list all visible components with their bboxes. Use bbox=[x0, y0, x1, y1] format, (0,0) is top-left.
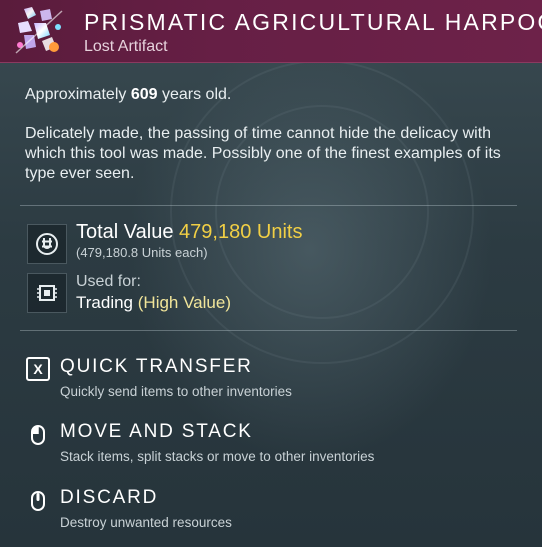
action-description: Quickly send items to other inventories bbox=[60, 384, 292, 399]
x-key-icon: X bbox=[26, 357, 50, 381]
usage-type: Trading bbox=[76, 293, 134, 312]
total-value: Total Value 479,180 Units bbox=[76, 221, 302, 244]
item-header: PRISMATIC AGRICULTURAL HARPOON Lost Arti… bbox=[0, 0, 542, 63]
usage-qualifier: (High Value) bbox=[137, 293, 231, 312]
item-title: PRISMATIC AGRICULTURAL HARPOON bbox=[84, 9, 542, 35]
age-value: 609 bbox=[130, 86, 158, 103]
action-description: Destroy unwanted resources bbox=[60, 515, 232, 530]
discard-action[interactable]: DISCARD Destroy unwanted resources bbox=[24, 487, 504, 535]
left-mouse-button-icon bbox=[31, 425, 45, 445]
units-currency-icon bbox=[27, 224, 67, 264]
move-and-stack-action[interactable]: MOVE AND STACK Stack items, split stacks… bbox=[24, 421, 504, 469]
age-prefix: Approximately bbox=[25, 86, 131, 103]
total-value-amount: 479,180 Units bbox=[179, 221, 303, 243]
total-value-label: Total Value bbox=[76, 221, 180, 243]
background-ring bbox=[170, 60, 474, 364]
action-title: DISCARD bbox=[60, 487, 159, 508]
action-title: MOVE AND STACK bbox=[60, 421, 253, 442]
used-for-value: Trading (High Value) bbox=[76, 293, 231, 313]
middle-mouse-button-icon bbox=[31, 491, 45, 511]
quick-transfer-action[interactable]: X QUICK TRANSFER Quickly send items to o… bbox=[24, 356, 504, 404]
prismatic-harpoon-icon bbox=[15, 7, 63, 54]
action-description: Stack items, split stacks or move to oth… bbox=[60, 449, 375, 464]
action-title: QUICK TRANSFER bbox=[60, 356, 253, 377]
age-suffix: years old. bbox=[157, 86, 232, 103]
item-category: Lost Artifact bbox=[84, 38, 168, 55]
item-age: Approximately 609 years old. bbox=[25, 86, 231, 104]
unit-value: (479,180.8 Units each) bbox=[76, 245, 208, 260]
item-info-panel: PRISMATIC AGRICULTURAL HARPOON Lost Arti… bbox=[0, 0, 542, 547]
section-divider bbox=[20, 205, 517, 206]
x-key-label: X bbox=[26, 357, 50, 381]
trading-chip-icon bbox=[27, 273, 67, 313]
section-divider bbox=[20, 330, 517, 331]
used-for-label: Used for: bbox=[76, 273, 141, 290]
item-description: Delicately made, the passing of time can… bbox=[25, 125, 501, 182]
